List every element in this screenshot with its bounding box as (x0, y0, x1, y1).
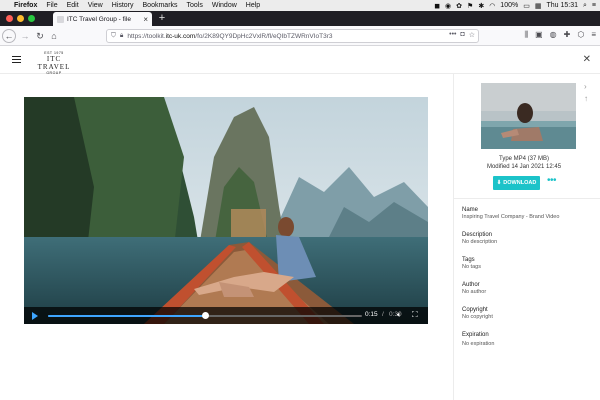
play-icon[interactable] (32, 312, 38, 320)
tab-active[interactable]: ITC Travel Group - file × (53, 12, 152, 26)
details-pane: › ↑ Type MP4 (37 MB) Modified 14 Jan 202… (453, 74, 600, 400)
brand-logo[interactable]: EST 1975 ITC TRAVEL GROUP (30, 51, 78, 75)
download-icon: ⬇ (496, 180, 502, 186)
field-value-name: Inspiring Travel Company - Brand Video (462, 214, 560, 220)
menu-file[interactable]: File (46, 2, 57, 9)
reload-button[interactable]: ↻ (33, 29, 47, 43)
arrow-left-icon: ← (4, 31, 14, 41)
menu-tools[interactable]: Tools (187, 2, 203, 9)
tray-icon[interactable]: ⚑ (467, 2, 473, 10)
favicon-icon (57, 15, 64, 23)
home-icon: ⌂ (51, 31, 57, 41)
new-tab-button[interactable]: + (156, 12, 168, 25)
menu-edit[interactable]: Edit (67, 2, 79, 9)
menu-help[interactable]: Help (246, 2, 260, 9)
tray-icon[interactable]: ✿ (456, 2, 462, 10)
battery-percent[interactable]: 100% (500, 2, 518, 9)
nav-toolbar: ← → ↻ ⌂ ⛉ 🔒︎ https://toolkit. itc-uk.com /… (0, 26, 600, 46)
more-options-button[interactable]: ••• (547, 175, 557, 186)
file-type: Type MP4 (37 MB) (498, 156, 549, 162)
field-label-description: Description (462, 232, 493, 238)
home-button[interactable]: ⌂ (47, 29, 61, 43)
control-center-icon[interactable]: ≡ (592, 2, 596, 9)
sidebar-icon[interactable]: ▣ (535, 30, 543, 40)
mac-menubar: Firefox File Edit View History Bookmarks… (0, 0, 600, 11)
bookmark-star-icon[interactable]: ☆ (469, 31, 475, 39)
progress-fill (48, 315, 205, 317)
url-prefix: https://toolkit. (127, 32, 166, 40)
toolbar-right: ⫼ ▣ ◍ ✚ ⬡ ≡ (524, 30, 596, 40)
download-button[interactable]: ⬇ DOWNLOAD (493, 176, 540, 190)
battery-icon[interactable]: ▭ (523, 2, 530, 10)
tray-icon[interactable]: ◉ (445, 2, 451, 10)
file-modified: Modified 14 Jan 2021 12:45 (486, 164, 562, 170)
lock-icon[interactable]: 🔒︎ (120, 32, 123, 40)
bluetooth-icon[interactable]: ✱ (478, 2, 484, 10)
minimize-window-icon[interactable] (17, 15, 24, 22)
field-label-name: Name (462, 207, 479, 213)
field-value-copyright: No copyright (462, 314, 493, 320)
status-area: ◼ ◉ ✿ ⚑ ✱ ◠ 100% ▭ ▦ Thu 15:31 ⌕ ≡ (434, 0, 596, 11)
fullscreen-icon[interactable]: ⛶ (412, 310, 418, 320)
clock[interactable]: Thu 15:31 (546, 2, 578, 9)
app-header: EST 1975 ITC TRAVEL GROUP ✕ (0, 47, 600, 75)
extension-icon[interactable]: ✚ (564, 30, 571, 40)
close-tab-icon[interactable]: × (143, 15, 148, 24)
forward-button[interactable]: → (18, 29, 32, 43)
progress-track[interactable] (48, 312, 362, 319)
field-label-author: Author (462, 282, 480, 288)
next-item-icon[interactable]: › (584, 82, 587, 91)
account-icon[interactable]: ◍ (550, 30, 557, 40)
page-actions-icon[interactable]: ••• (449, 31, 456, 39)
tray-icon[interactable]: ◼ (434, 2, 440, 10)
url-bar[interactable]: ⛉ 🔒︎ https://toolkit. itc-uk.com/fo/2K89Q… (106, 29, 479, 43)
download-label: DOWNLOAD (503, 180, 537, 186)
volume-icon[interactable]: 🔈︎ (397, 310, 402, 320)
app-menu-icon[interactable]: ≡ (591, 30, 596, 40)
progress-handle[interactable] (201, 312, 209, 319)
field-label-copyright: Copyright (462, 307, 488, 313)
divider (454, 198, 600, 199)
url-path: /fo/2K89QY9DpHc2VxlR/fl/eQIbTZWRnVIoT3r3 (195, 32, 333, 40)
field-value-author: No author (462, 289, 487, 295)
close-icon[interactable]: ✕ (583, 54, 591, 65)
menu-view[interactable]: View (88, 2, 103, 9)
arrow-right-icon: → (20, 31, 30, 41)
field-label-expiration: Expiration (462, 332, 489, 338)
url-host: itc-uk.com (165, 32, 196, 40)
hamburger-menu-icon[interactable] (12, 56, 21, 63)
video-frame (24, 97, 428, 324)
search-icon[interactable]: ⌕ (583, 2, 587, 10)
zoom-window-icon[interactable] (28, 15, 35, 22)
menu-history[interactable]: History (112, 2, 134, 9)
extension-icon[interactable]: ⬡ (577, 30, 584, 40)
back-button[interactable]: ← (2, 29, 16, 43)
video-controls: 0:15 / 0:30 🔈︎ ⛶ (24, 307, 428, 324)
time-current: 0:15 (365, 311, 378, 318)
reload-icon: ↻ (36, 30, 44, 41)
video-player[interactable]: 0:15 / 0:30 🔈︎ ⛶ (24, 97, 428, 324)
wifi-icon[interactable]: ◠ (489, 2, 495, 10)
menu-window[interactable]: Window (212, 2, 237, 9)
field-value-expiration: No expiration (462, 341, 495, 347)
menu-bookmarks[interactable]: Bookmarks (143, 2, 178, 9)
tab-title: ITC Travel Group - file (67, 15, 131, 23)
field-value-tags: No tags (462, 264, 481, 270)
flag-icon[interactable]: ▦ (535, 2, 542, 10)
menu-firefox[interactable]: Firefox (14, 2, 37, 9)
field-label-tags: Tags (462, 257, 475, 263)
preview-area: 0:15 / 0:30 🔈︎ ⛶ (0, 74, 453, 400)
time-separator: / (382, 311, 384, 318)
thumbnail[interactable] (481, 83, 576, 149)
logo-wordmark: ITC TRAVEL (37, 55, 71, 71)
pocket-icon[interactable]: ◘ (460, 31, 464, 39)
tab-strip: ITC Travel Group - file × + (0, 11, 600, 26)
library-icon[interactable]: ⫼ (524, 30, 528, 40)
field-value-description: No description (462, 239, 498, 245)
shield-icon[interactable]: ⛉ (111, 32, 116, 40)
close-window-icon[interactable] (6, 15, 13, 22)
arrow-up-icon[interactable]: ↑ (584, 94, 588, 103)
thumbnail-image (481, 83, 576, 149)
